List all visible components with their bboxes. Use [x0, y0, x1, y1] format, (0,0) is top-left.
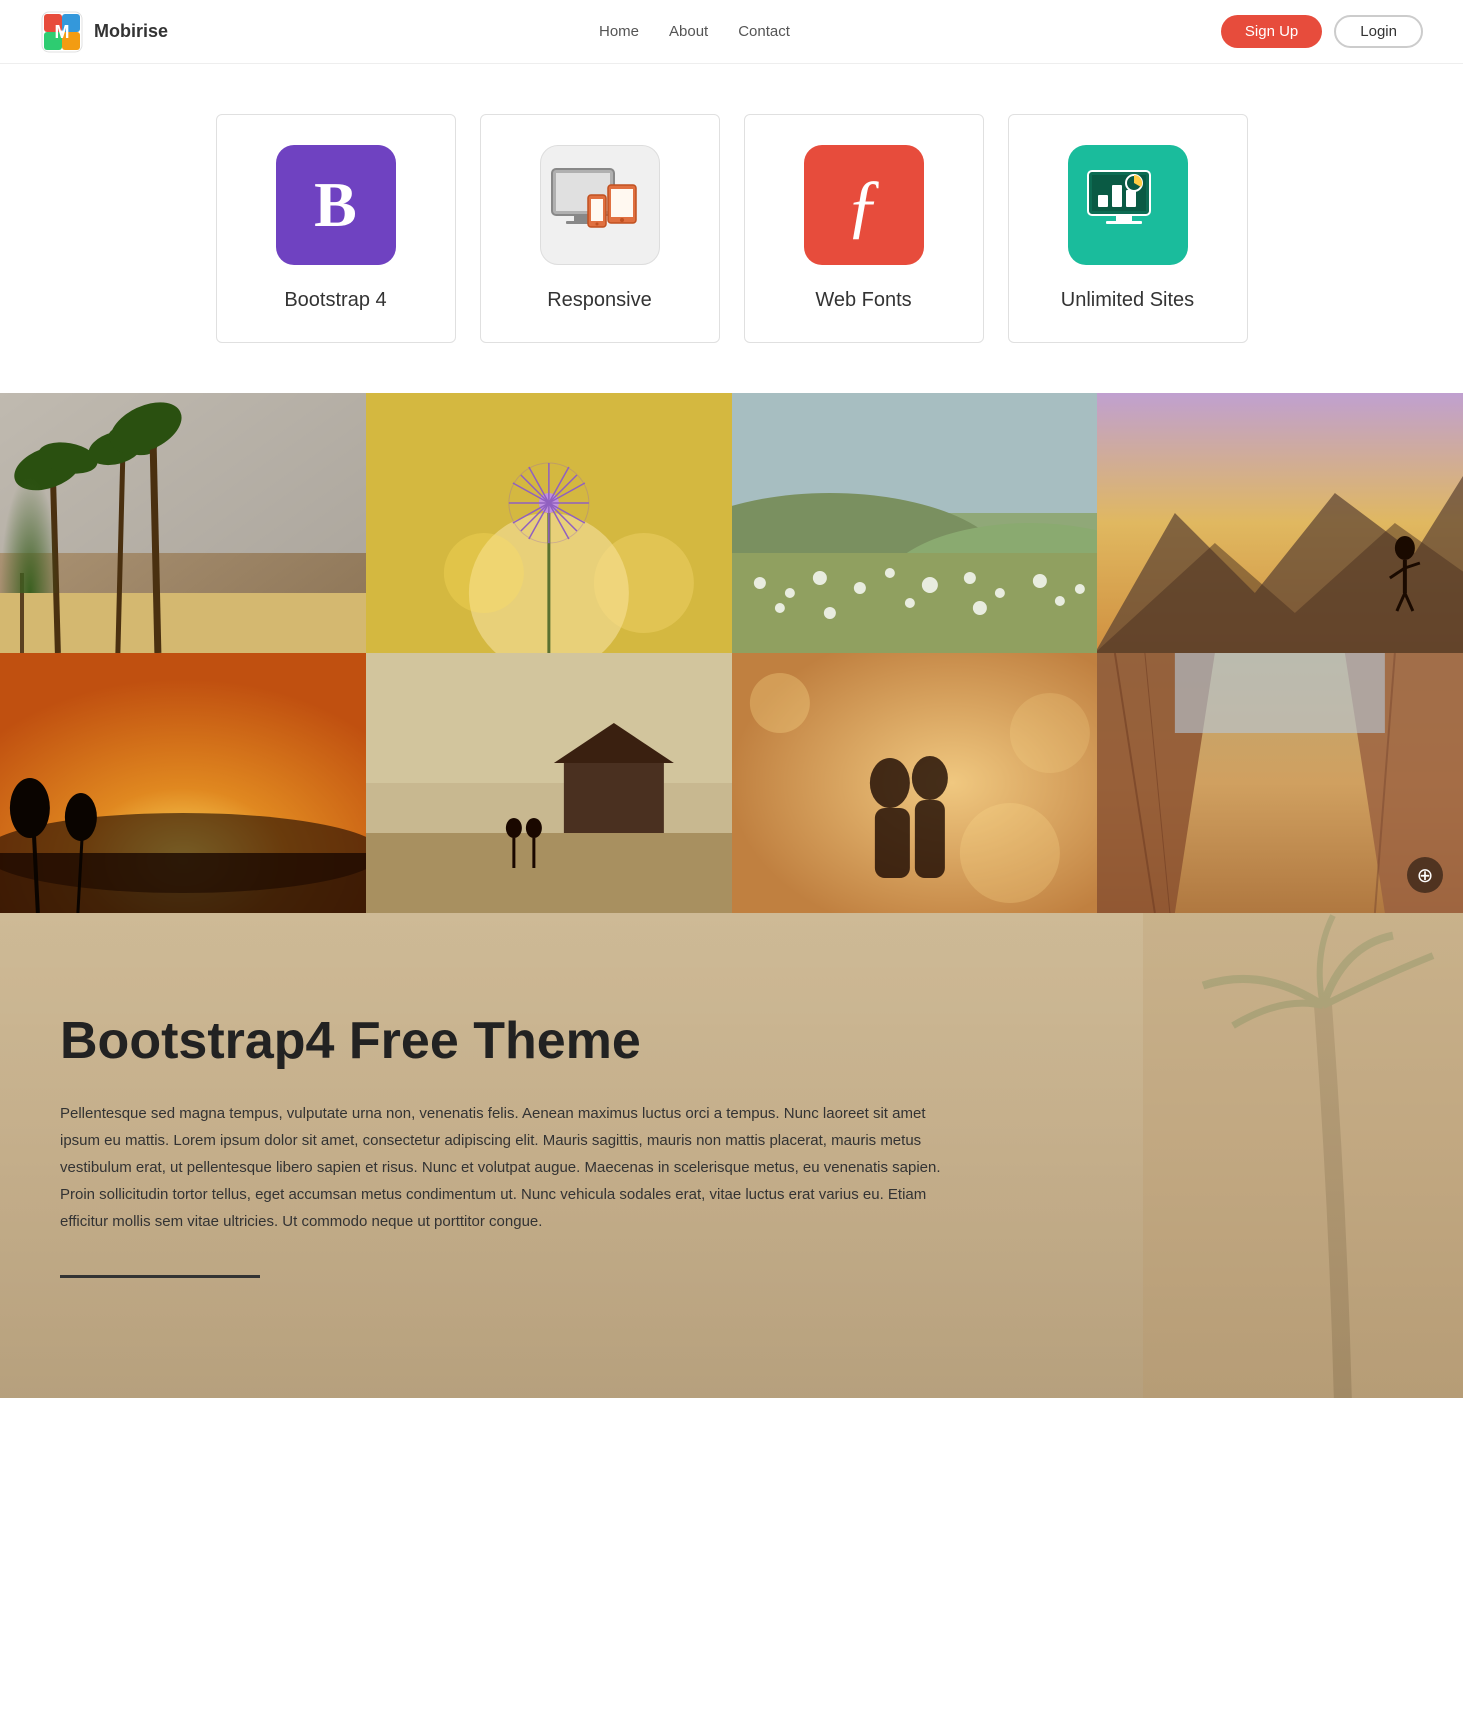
feature-label-responsive: Responsive: [547, 289, 652, 312]
bootstrap-b-icon: B: [314, 173, 357, 237]
gallery-image-1: [0, 393, 366, 653]
brand-name: Mobirise: [94, 21, 168, 42]
gallery-image-3: [732, 393, 1098, 653]
feature-card-webfonts: ƒ Web Fonts: [744, 114, 984, 343]
feature-card-bootstrap: B Bootstrap 4: [216, 114, 456, 343]
gallery-cell-7: [732, 653, 1098, 913]
unlimited-sites-icon: [1078, 165, 1178, 245]
login-button[interactable]: Login: [1334, 15, 1423, 48]
text-section-wrapper: Bootstrap4 Free Theme Pellentesque sed m…: [0, 913, 1463, 1398]
nav-brand: M Mobirise: [40, 10, 168, 54]
gallery-image-2: [366, 393, 732, 653]
section-body: Pellentesque sed magna tempus, vulputate…: [60, 1100, 960, 1235]
gallery-cell-5: [0, 653, 366, 913]
zoom-button[interactable]: ⊕: [1407, 857, 1443, 893]
section-divider: [60, 1275, 260, 1278]
mobirise-logo: M: [40, 10, 84, 54]
nav-links: Home About Contact: [599, 23, 790, 40]
gallery-section: ⊕: [0, 393, 1463, 913]
gallery-cell-1: [0, 393, 366, 653]
signup-button[interactable]: Sign Up: [1221, 15, 1322, 48]
gallery-cell-8: ⊕: [1097, 653, 1463, 913]
gallery-image-6: [366, 653, 732, 913]
gallery-image-7: [732, 653, 1098, 913]
responsive-icon-wrap: [540, 145, 660, 265]
features-section: B Bootstrap 4 Responsive: [0, 64, 1463, 393]
navbar: M Mobirise Home About Contact Sign Up Lo…: [0, 0, 1463, 64]
section-title: Bootstrap4 Free Theme: [60, 1013, 1403, 1070]
gallery-cell-4: [1097, 393, 1463, 653]
feature-label-webfonts: Web Fonts: [815, 289, 911, 312]
text-section: Bootstrap4 Free Theme Pellentesque sed m…: [0, 913, 1463, 1398]
gallery-cell-6: [366, 653, 732, 913]
webfonts-icon-wrap: ƒ: [804, 145, 924, 265]
nav-link-home[interactable]: Home: [599, 23, 639, 40]
bootstrap-icon-wrap: B: [276, 145, 396, 265]
feature-label-unlimited: Unlimited Sites: [1061, 289, 1194, 312]
gallery-image-5: [0, 653, 366, 913]
webfonts-f-icon: ƒ: [846, 164, 882, 247]
feature-label-bootstrap: Bootstrap 4: [284, 289, 386, 312]
gallery-cell-3: [732, 393, 1098, 653]
unlimited-icon-wrap: [1068, 145, 1188, 265]
feature-card-responsive: Responsive: [480, 114, 720, 343]
gallery-cell-2: [366, 393, 732, 653]
svg-text:M: M: [55, 22, 70, 42]
responsive-devices-icon: [550, 165, 650, 245]
nav-actions: Sign Up Login: [1221, 15, 1423, 48]
nav-link-about[interactable]: About: [669, 23, 708, 40]
gallery-image-4: [1097, 393, 1463, 653]
feature-card-unlimited: Unlimited Sites: [1008, 114, 1248, 343]
nav-link-contact[interactable]: Contact: [738, 23, 790, 40]
